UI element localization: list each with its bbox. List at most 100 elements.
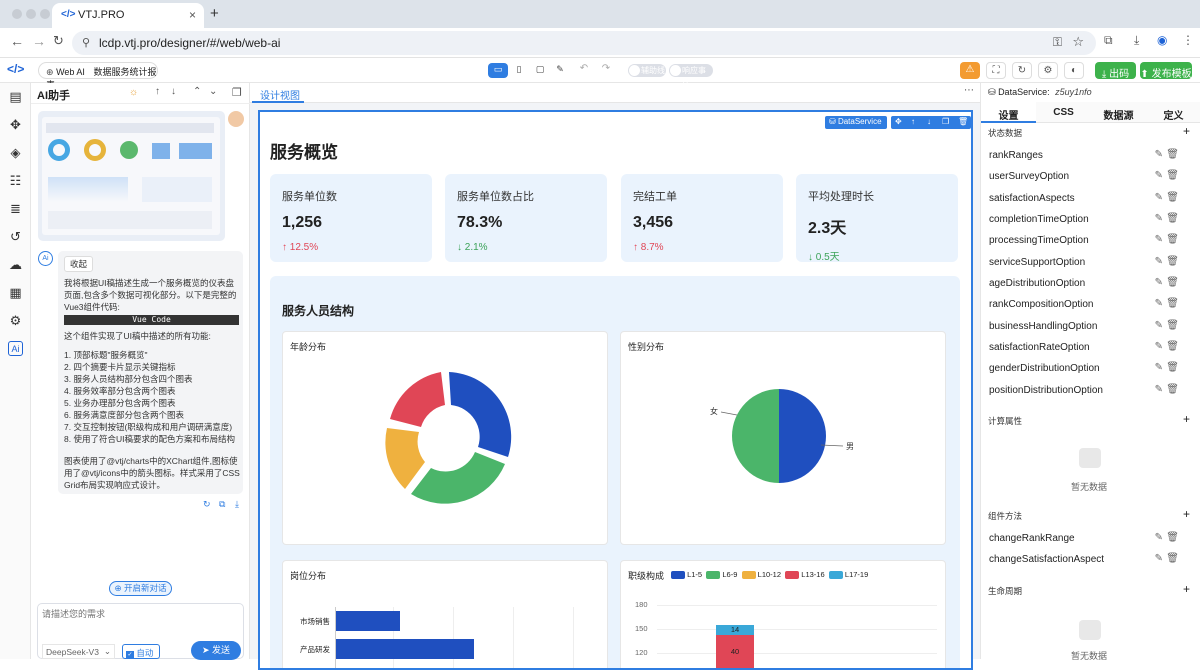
move-down-icon[interactable]: ↓ — [927, 117, 931, 126]
edit-mode-button[interactable]: ✎ — [552, 63, 568, 78]
tab-definition[interactable]: 定义 — [1146, 102, 1200, 123]
profile-icon[interactable]: ◉ — [1157, 33, 1167, 47]
edit-icon[interactable]: ✎ — [1155, 213, 1163, 224]
edit-icon[interactable]: ✎ — [1155, 170, 1163, 181]
tab-datasource[interactable]: 数据源 — [1091, 102, 1146, 123]
vue-code-block[interactable]: Vue Code — [64, 315, 239, 325]
state-item[interactable]: serviceSupportOption ✎ 🗑 — [989, 254, 1185, 274]
edit-icon[interactable]: ✎ — [1155, 362, 1163, 373]
refresh-button[interactable]: ↻ — [1012, 62, 1032, 79]
delete-icon[interactable]: 🗑 — [1166, 341, 1179, 352]
site-info-icon[interactable]: ⚲ — [82, 36, 90, 49]
delete-icon[interactable]: 🗑 — [1166, 256, 1179, 267]
password-key-icon[interactable]: ⚿ — [1053, 35, 1062, 50]
state-item[interactable]: rankCompositionOption ✎ 🗑 — [989, 296, 1185, 316]
back-icon[interactable]: ← — [10, 33, 24, 49]
events-toggle[interactable]: 响应事件 — [669, 64, 713, 86]
edit-icon[interactable]: ✎ — [1155, 149, 1163, 160]
state-item[interactable]: satisfactionRateOption ✎ 🗑 — [989, 339, 1185, 359]
bookmark-star-icon[interactable]: ☆ — [1072, 34, 1084, 50]
send-button[interactable]: ➤ 发送 — [191, 641, 241, 660]
add-method-icon[interactable]: + — [1183, 507, 1190, 521]
state-item[interactable]: satisfactionAspects ✎ 🗑 — [989, 190, 1185, 210]
extensions-icon[interactable]: ⧉ — [1104, 33, 1113, 48]
blocks-icon[interactable]: ✥ — [8, 117, 23, 132]
maximize-window-icon[interactable] — [40, 9, 50, 19]
move-up-icon[interactable]: ↑ — [911, 117, 915, 126]
redo-button[interactable]: ↷ — [598, 63, 614, 78]
delete-icon[interactable]: 🗑 — [1166, 532, 1179, 543]
delete-icon[interactable]: 🗑 — [1166, 192, 1179, 203]
state-item[interactable]: businessHandlingOption ✎ 🗑 — [989, 318, 1185, 338]
mobile-view-button[interactable]: ▯ — [511, 63, 527, 78]
edit-icon[interactable]: ✎ — [1155, 384, 1163, 395]
download-icon[interactable]: ⤓ — [1134, 33, 1139, 48]
state-item[interactable]: genderDistributionOption ✎ 🗑 — [989, 360, 1185, 380]
delete-icon[interactable]: 🗑 — [1166, 213, 1179, 224]
delete-icon[interactable]: 🗑 — [1166, 170, 1179, 181]
browser-menu-icon[interactable]: ⋮ — [1182, 33, 1194, 47]
tab-settings[interactable]: 设置 — [981, 102, 1036, 123]
retry-icon[interactable]: ↻ — [203, 499, 211, 510]
forward-icon[interactable]: → — [32, 33, 46, 49]
edit-icon[interactable]: ✎ — [1155, 553, 1163, 564]
delete-icon[interactable]: 🗑 — [1166, 320, 1179, 331]
delete-icon[interactable]: 🗑 — [1166, 298, 1179, 309]
apply-icon[interactable]: ⧉ — [219, 499, 225, 510]
ai-icon[interactable]: Ai — [8, 341, 23, 356]
method-item[interactable]: changeSatisfactionAspect ✎ 🗑 — [989, 551, 1185, 571]
history-icon[interactable]: ↺ — [8, 229, 23, 244]
apps-icon[interactable]: ▦ — [8, 285, 23, 300]
delete-icon[interactable]: 🗑 — [1166, 553, 1179, 564]
edit-icon[interactable]: ✎ — [1155, 256, 1163, 267]
method-item[interactable]: changeRankRange ✎ 🗑 — [989, 530, 1185, 550]
edit-icon[interactable]: ✎ — [1155, 234, 1163, 245]
state-item[interactable]: processingTimeOption ✎ 🗑 — [989, 232, 1185, 252]
minimize-window-icon[interactable] — [26, 9, 36, 19]
scroll-bottom-icon[interactable]: ↓ — [171, 86, 176, 97]
add-lifecycle-icon[interactable]: + — [1183, 582, 1190, 596]
close-tab-icon[interactable]: × — [189, 8, 196, 22]
edit-icon[interactable]: ✎ — [1155, 298, 1163, 309]
auto-checkbox[interactable]: ✓ 自动 — [122, 644, 160, 659]
tab-design-view[interactable]: 设计视图 — [252, 83, 304, 103]
edit-icon[interactable]: ✎ — [1155, 277, 1163, 288]
delete-node-icon[interactable]: 🗑 — [958, 117, 968, 126]
add-state-icon[interactable]: + — [1183, 124, 1190, 138]
move-icon[interactable]: ✥ — [895, 117, 902, 126]
browser-tab[interactable]: </> VTJ.PRO × — [52, 3, 204, 28]
chat-input[interactable] — [42, 607, 240, 635]
settings-icon[interactable]: ⚙ — [8, 313, 23, 328]
layers-icon[interactable]: ≣ — [8, 201, 23, 216]
preview-button[interactable]: ◐ — [1064, 62, 1084, 79]
download-code-icon[interactable]: ⤓ — [235, 499, 239, 510]
model-select[interactable]: DeepSeek-V3 ⌄ — [42, 644, 115, 659]
edit-icon[interactable]: ✎ — [1155, 532, 1163, 543]
new-chat-button[interactable]: ⊕ 开启新对话 — [109, 581, 172, 596]
publish-template-button[interactable]: ⬆ 发布模板 — [1140, 62, 1192, 80]
page-selector[interactable]: ⊕ Web AI 数据服务统计报表 — [38, 62, 158, 90]
reload-icon[interactable]: ↻ — [53, 33, 64, 49]
scroll-top-icon[interactable]: ↑ — [155, 86, 160, 97]
prev-icon[interactable]: ⌃ — [193, 86, 201, 97]
guide-lines-toggle[interactable]: 辅助线 — [628, 64, 666, 77]
edit-icon[interactable]: ✎ — [1155, 192, 1163, 203]
export-code-button[interactable]: ⤓ 出码 — [1095, 62, 1136, 80]
undo-button[interactable]: ↶ — [576, 63, 592, 78]
state-item[interactable]: ageDistributionOption ✎ 🗑 — [989, 275, 1185, 295]
warning-button[interactable]: ⚠ — [960, 62, 980, 79]
desktop-view-button[interactable]: ▭ — [488, 63, 508, 78]
more-icon[interactable]: ⋯ — [964, 85, 974, 96]
delete-icon[interactable]: 🗑 — [1166, 277, 1179, 288]
edit-icon[interactable]: ✎ — [1155, 320, 1163, 331]
sun-icon[interactable]: ☼ — [129, 87, 138, 98]
settings-button[interactable]: ⚙ — [1038, 62, 1058, 79]
state-item[interactable]: rankRanges ✎ 🗑 — [989, 147, 1185, 167]
copy-node-icon[interactable]: ❐ — [942, 117, 949, 126]
collapse-button[interactable]: 收起 — [64, 256, 94, 272]
delete-icon[interactable]: 🗑 — [1166, 362, 1179, 373]
user-image-message[interactable] — [38, 111, 225, 241]
edit-icon[interactable]: ✎ — [1155, 341, 1163, 352]
state-item[interactable]: positionDistributionOption ✎ 🗑 — [989, 382, 1185, 402]
delete-icon[interactable]: 🗑 — [1166, 234, 1179, 245]
